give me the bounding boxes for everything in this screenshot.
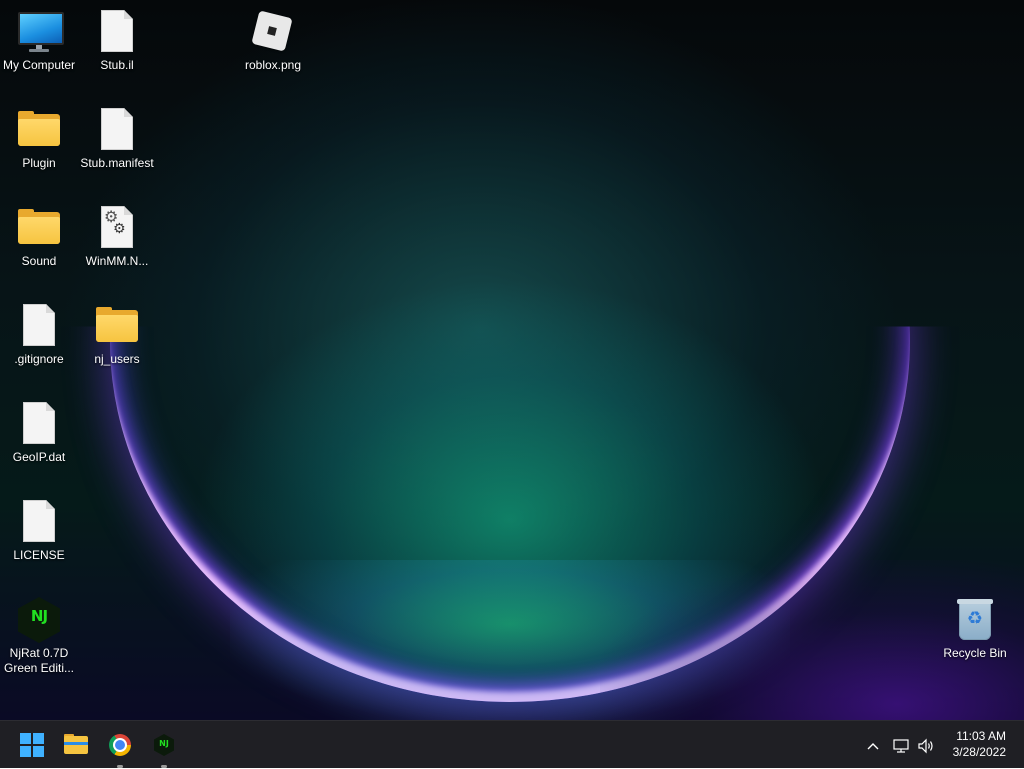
file-icon (93, 8, 141, 56)
desktop-icon-nj-users[interactable]: nj_users (78, 302, 156, 367)
wallpaper-orb (110, 0, 910, 702)
recycle-bin-icon: ♻ (951, 596, 999, 644)
desktop: My Computer Stub.il roblox.png Plugin St… (0, 0, 1024, 720)
start-button[interactable] (16, 729, 48, 761)
desktop-icon-label: NjRat 0.7D Green Editi... (3, 646, 75, 675)
file-icon (93, 106, 141, 154)
clock-date: 3/28/2022 (952, 745, 1006, 759)
desktop-icon-label: My Computer (2, 58, 76, 72)
desktop-icon-label: roblox.png (244, 58, 302, 72)
taskbar-file-explorer-button[interactable] (60, 729, 92, 761)
folder-icon (93, 302, 141, 350)
njrat-icon: NJ (15, 596, 63, 644)
volume-icon (918, 738, 933, 754)
desktop-icon-sound[interactable]: Sound (0, 204, 78, 269)
desktop-icon-label: WinMM.N... (85, 254, 149, 268)
file-icon (15, 302, 63, 350)
desktop-icon-my-computer[interactable]: My Computer (0, 8, 78, 73)
roblox-image-icon (249, 8, 297, 56)
network-button[interactable] (890, 721, 912, 769)
desktop-icon-label: LICENSE (13, 548, 65, 562)
taskbar-chrome-button[interactable] (104, 729, 136, 768)
desktop-icon-label: .gitignore (14, 352, 64, 366)
desktop-icon-stub-manifest[interactable]: Stub.manifest (78, 106, 156, 171)
desktop-icon-label: Sound (21, 254, 57, 268)
folder-icon (15, 106, 63, 154)
desktop-icon-license[interactable]: LICENSE (0, 498, 78, 563)
taskbar: NJ 11:03 AM 3/28/2022 (0, 720, 1024, 768)
desktop-icon-plugin[interactable]: Plugin (0, 106, 78, 171)
desktop-icon-njrat[interactable]: NJ NjRat 0.7D Green Editi... (0, 596, 78, 676)
desktop-icon-roblox-png[interactable]: roblox.png (234, 8, 312, 73)
desktop-icon-gitignore[interactable]: .gitignore (0, 302, 78, 367)
volume-button[interactable] (915, 721, 937, 769)
desktop-icon-geoip-dat[interactable]: GeoIP.dat (0, 400, 78, 465)
clock-time: 11:03 AM (956, 729, 1006, 743)
file-icon (15, 498, 63, 546)
settings-file-icon: ⚙ ⚙ (93, 204, 141, 252)
desktop-icon-label: Stub.il (100, 58, 134, 72)
folder-icon (15, 204, 63, 252)
network-icon (893, 739, 909, 753)
clock-button[interactable]: 11:03 AM 3/28/2022 (953, 728, 1006, 760)
desktop-icon-label: Recycle Bin (943, 646, 1007, 660)
file-icon (15, 400, 63, 448)
show-hidden-icons-button[interactable] (862, 721, 884, 769)
chevron-up-icon (867, 743, 879, 750)
desktop-icon-recycle-bin[interactable]: ♻ Recycle Bin (936, 596, 1014, 661)
desktop-icon-label: nj_users (94, 352, 140, 366)
desktop-icon-winmm[interactable]: ⚙ ⚙ WinMM.N... (78, 204, 156, 269)
desktop-icon-label: Stub.manifest (80, 156, 154, 170)
desktop-icon-label: Plugin (22, 156, 56, 170)
computer-icon (15, 8, 64, 56)
taskbar-njrat-button[interactable]: NJ (148, 729, 180, 768)
desktop-icon-stub-il[interactable]: Stub.il (78, 8, 156, 73)
desktop-icon-label: GeoIP.dat (12, 450, 66, 464)
